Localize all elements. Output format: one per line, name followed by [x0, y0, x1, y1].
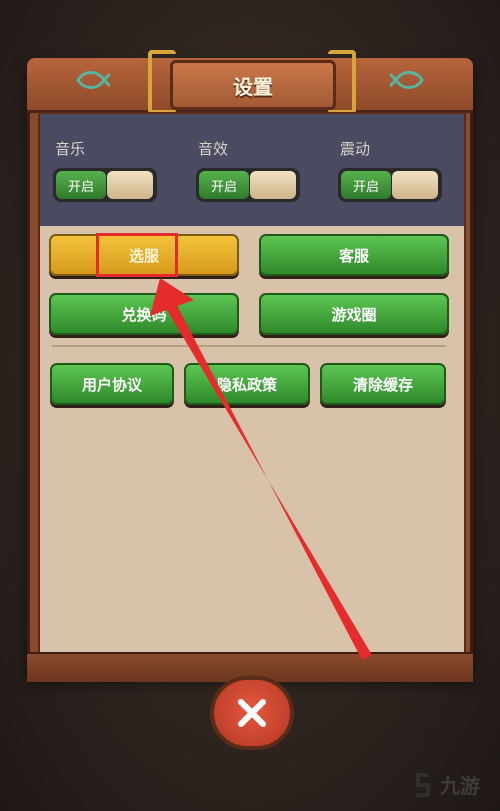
- fish-icon: [390, 71, 424, 89]
- close-button[interactable]: [210, 676, 294, 750]
- watermark: 九游: [410, 762, 500, 807]
- watermark-logo-icon: [416, 772, 430, 797]
- annotation-highlight-box: [96, 233, 178, 277]
- clear-cache-button[interactable]: 清除缓存: [320, 363, 446, 405]
- toggle-state-label: 开启: [199, 171, 249, 199]
- customer-service-button[interactable]: 客服: [259, 234, 449, 276]
- setting-label-music: 音乐: [55, 140, 86, 158]
- fish-icon: [76, 71, 110, 89]
- watermark-text: 九游: [440, 774, 480, 798]
- vibration-toggle[interactable]: 开启: [338, 168, 442, 202]
- privacy-policy-button[interactable]: 隐私政策: [184, 363, 310, 405]
- setting-label-vibration: 震动: [340, 140, 371, 158]
- setting-label-sfx: 音效: [198, 140, 229, 158]
- sfx-toggle[interactable]: 开启: [196, 168, 300, 202]
- toggle-knob[interactable]: [107, 171, 153, 199]
- close-icon: [238, 699, 266, 727]
- toggle-knob[interactable]: [392, 171, 438, 199]
- user-agreement-button[interactable]: 用户协议: [50, 363, 174, 405]
- music-toggle[interactable]: 开启: [53, 168, 157, 202]
- toggle-state-label: 开启: [341, 171, 391, 199]
- redeem-code-button[interactable]: 兑换码: [49, 293, 239, 335]
- game-circle-button[interactable]: 游戏圈: [259, 293, 449, 335]
- page-title: 设置: [170, 60, 336, 110]
- section-divider: [52, 345, 446, 347]
- toggle-knob[interactable]: [250, 171, 296, 199]
- toggle-state-label: 开启: [56, 171, 106, 199]
